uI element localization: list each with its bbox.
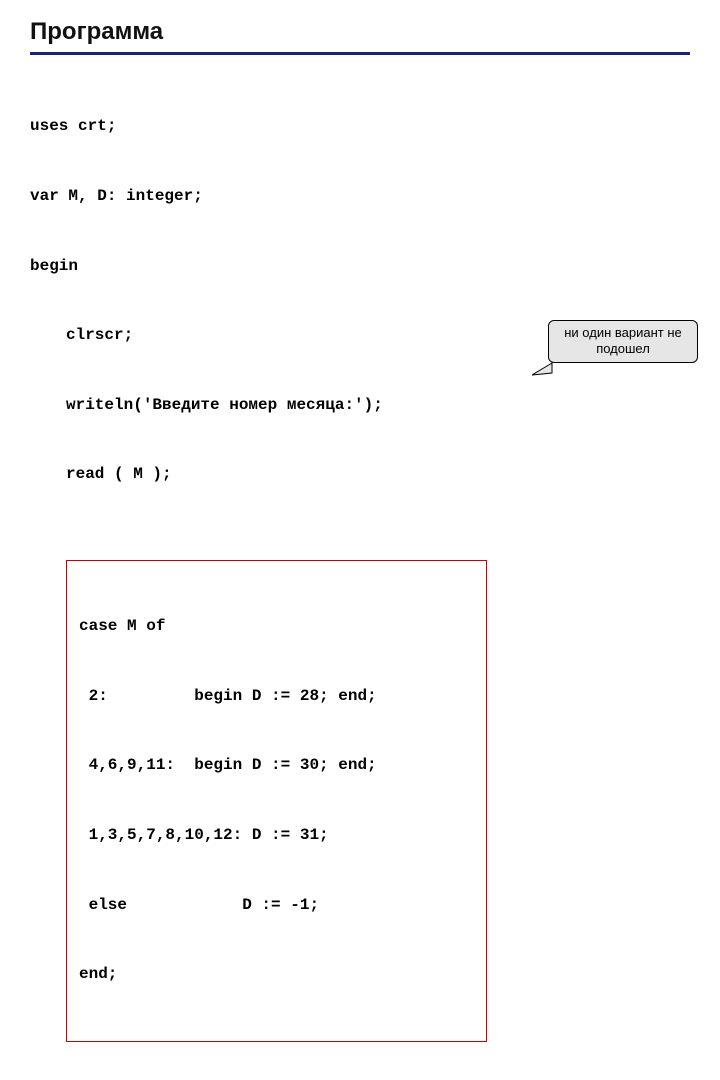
code-line: read ( M ); xyxy=(30,463,690,486)
code-line: case M of xyxy=(79,615,474,638)
code-line: else D := -1; xyxy=(79,894,474,917)
code-line: 1,3,5,7,8,10,12: D := 31; xyxy=(79,824,474,847)
code-line: end; xyxy=(79,963,474,986)
page-title: Программа xyxy=(30,18,690,46)
case-highlight-box: case M of 2: begin D := 28; end; 4,6,9,1… xyxy=(66,560,487,1042)
code-line: 2: begin D := 28; end; xyxy=(79,685,474,708)
code-line: 4,6,9,11: begin D := 30; end; xyxy=(79,754,474,777)
code-line: writeln('Введите номер месяца:'); xyxy=(30,394,690,417)
code-block: uses crt; var M, D: integer; begin clrsc… xyxy=(30,69,690,1080)
code-line: uses crt; xyxy=(30,115,690,138)
code-line: begin xyxy=(30,255,690,278)
code-line: var M, D: integer; xyxy=(30,185,690,208)
title-divider xyxy=(30,52,690,55)
callout: ни один вариант не подошел xyxy=(548,320,698,363)
callout-text: ни один вариант не подошел xyxy=(548,320,698,363)
